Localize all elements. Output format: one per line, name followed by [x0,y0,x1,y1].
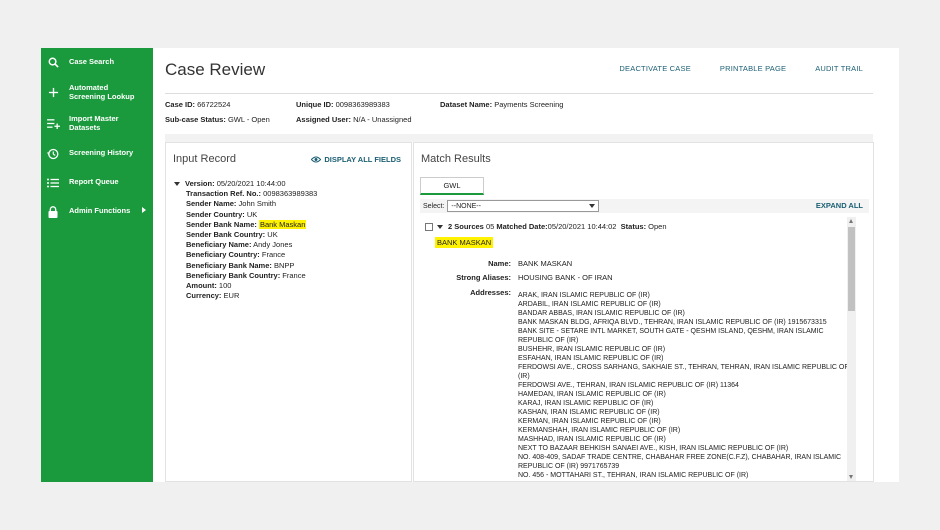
expand-all-button[interactable]: EXPAND ALL [816,201,863,210]
address-line: KASHAN, IRAN ISLAMIC REPUBLIC OF (IR) [518,409,660,416]
record-field: Beneficiary Bank Name: BNPP [186,260,295,270]
match-name-badge: BANK MASKAN [435,237,494,248]
collapse-arrow-icon[interactable] [174,182,180,187]
match-header: 2 Sources 05 Matched Date: 05/20/2021 10:… [425,222,667,231]
sidebar-item-label: Admin Functions [69,206,131,216]
collapse-arrow-icon[interactable] [437,224,443,229]
address-line: ARAK, IRAN ISLAMIC REPUBLIC OF (IR) [518,292,650,299]
sidebar-item-label: Screening History [69,148,134,158]
import-list-icon [46,117,60,131]
sidebar: Case Search Automated Screening Lookup I… [41,48,153,482]
assigned-user: Assigned User: N/A - Unassigned [296,115,412,124]
sidebar-item-import-master-datasets[interactable]: Import Master Datasets [41,108,153,139]
record-field: Beneficiary Bank Country: France [186,270,306,280]
address-line: NO. 408-409, SADAF TRADE CENTRE, CHABAHA… [518,454,842,461]
aliases-row: Strong Aliases: HOUSING BANK - OF IRAN [456,273,613,282]
address-line: BANK MASKAN BLDG, AFRIQA BLVD., TEHRAN, … [518,319,827,326]
sidebar-item-admin-functions[interactable]: Admin Functions [41,197,153,226]
sidebar-item-label: Case Search [69,57,115,67]
input-record-tree: Version: 05/20/2021 10:44:00 Transaction… [174,179,317,301]
scrollbar-thumb[interactable] [848,227,855,311]
subcase-status: Sub-case Status: GWL - Open [165,115,270,124]
address-line: HAMEDAN, IRAN ISLAMIC REPUBLIC OF (IR) [518,391,666,398]
name-row: Name: BANK MASKAN [488,259,573,268]
main-content: Case Review DEACTIVATE CASE PRINTABLE PA… [153,48,899,482]
history-icon [46,147,60,161]
address-line: BUSHEHR, IRAN ISLAMIC REPUBLIC OF (IR) [518,346,666,353]
section-divider [165,134,873,142]
lock-icon [46,205,60,219]
record-fields: Transaction Ref. No.: 0098363989383 Send… [174,189,317,301]
sidebar-item-automated-screening-lookup[interactable]: Automated Screening Lookup [41,77,153,108]
select-toolbar: Select: --NONE-- EXPAND ALL [420,199,869,213]
chevron-down-icon [589,204,596,208]
record-field: Amount: 100 [186,281,232,291]
address-line: KERMANSHAH, IRAN ISLAMIC REPUBLIC OF (IR… [518,427,681,434]
address-line: ESFAHAN, IRAN ISLAMIC REPUBLIC OF (IR) [518,355,664,362]
record-field: Beneficiary Name: Andy Jones [186,240,293,250]
header-divider [165,93,873,94]
address-line: (IR) [518,373,530,380]
record-field: Beneficiary Country: France [186,250,286,260]
address-line: KERMAN, IRAN ISLAMIC REPUBLIC OF (IR) [518,418,661,425]
version-row[interactable]: Version: 05/20/2021 10:44:00 [174,179,317,189]
dataset-name: Dataset Name: Payments Screening [440,100,564,109]
sidebar-item-report-queue[interactable]: Report Queue [41,168,153,197]
printable-page-button[interactable]: PRINTABLE PAGE [720,64,786,73]
match-results-panel: Match Results GWL Select: --NONE-- EXPAN… [413,142,874,482]
display-all-fields-button[interactable]: DISPLAY ALL FIELDS [311,155,401,164]
app-window: Case Search Automated Screening Lookup I… [41,48,899,482]
page-title: Case Review [165,60,266,79]
record-field: Sender Bank Country: UK [186,230,278,240]
sidebar-item-label: Import Master Datasets [69,114,119,132]
scroll-up-icon[interactable] [849,219,853,223]
match-result-item: 2 Sources 05 Matched Date: 05/20/2021 10:… [420,217,856,481]
address-line: BANDAR ABBAS, IRAN ISLAMIC REPUBLIC OF (… [518,310,685,317]
record-field: Currency: EUR [186,291,240,301]
deactivate-case-button[interactable]: DEACTIVATE CASE [619,64,691,73]
address-line: ARDABIL, IRAN ISLAMIC REPUBLIC OF (IR) [518,301,661,308]
address-list: ARAK, IRAN ISLAMIC REPUBLIC OF (IR) ARDAB… [518,291,850,481]
addresses-row: Addresses: [470,288,511,297]
case-id: Case ID: 66722524 [165,100,231,109]
select-dropdown[interactable]: --NONE-- [447,200,600,212]
address-line: P.O. BOX 11365-3499, FERDOWSI AVE, CROSS… [518,480,850,481]
search-icon [46,56,60,70]
record-field: Sender Bank Name: Bank Maskan [186,219,307,229]
match-results-title: Match Results [421,153,491,165]
address-line: BANK SITE - SETARE INTL MARKET, SOUTH GA… [518,328,824,335]
record-field: Sender Name: John Smith [186,199,277,209]
input-record-title: Input Record [173,153,236,165]
list-icon [46,176,60,190]
audit-trail-button[interactable]: AUDIT TRAIL [815,64,863,73]
unique-id: Unique ID: 0098363989383 [296,100,390,109]
match-checkbox[interactable] [425,222,433,231]
record-field: Transaction Ref. No.: 0098363989383 [186,189,318,199]
record-field: Sender Country: UK [186,209,258,219]
results-scrollbar[interactable] [847,217,856,481]
display-all-fields-label: DISPLAY ALL FIELDS [324,155,401,164]
sidebar-item-screening-history[interactable]: Screening History [41,139,153,168]
address-line: FERDOWSI AVE., CROSS SARHANG, SAKHAIE ST… [518,364,849,371]
address-line: REPUBLIC OF (IR) 9971765739 [518,463,620,470]
address-line: NEXT TO BAZAAR BEHKISH SANAEI AVE., KISH… [518,445,789,452]
scroll-down-icon[interactable] [849,475,853,479]
select-value: --NONE-- [451,202,481,210]
address-line: FERDOWSI AVE., TEHRAN, IRAN ISLAMIC REPU… [518,382,739,389]
tab-gwl[interactable]: GWL [420,177,484,195]
input-record-panel: Input Record DISPLAY ALL FIELDS Version:… [165,142,412,482]
address-line: NO. 456 - MOTTAHARI ST., TEHRAN, IRAN IS… [518,472,749,479]
select-label: Select: [423,202,445,210]
header-actions: DEACTIVATE CASE PRINTABLE PAGE AUDIT TRA… [619,64,863,73]
address-line: MASHHAD, IRAN ISLAMIC REPUBLIC OF (IR) [518,436,666,443]
address-line: REPUBLIC OF (IR) [518,337,579,344]
sidebar-item-label: Report Queue [69,177,119,187]
plus-icon [46,86,60,100]
sidebar-item-label: Automated Screening Lookup [69,83,135,101]
sidebar-item-case-search[interactable]: Case Search [41,48,153,77]
highlighted-match: Bank Maskan [258,219,307,229]
address-line: KARAJ, IRAN ISLAMIC REPUBLIC OF (IR) [518,400,654,407]
chevron-right-icon [142,207,146,213]
eye-icon [311,156,322,163]
